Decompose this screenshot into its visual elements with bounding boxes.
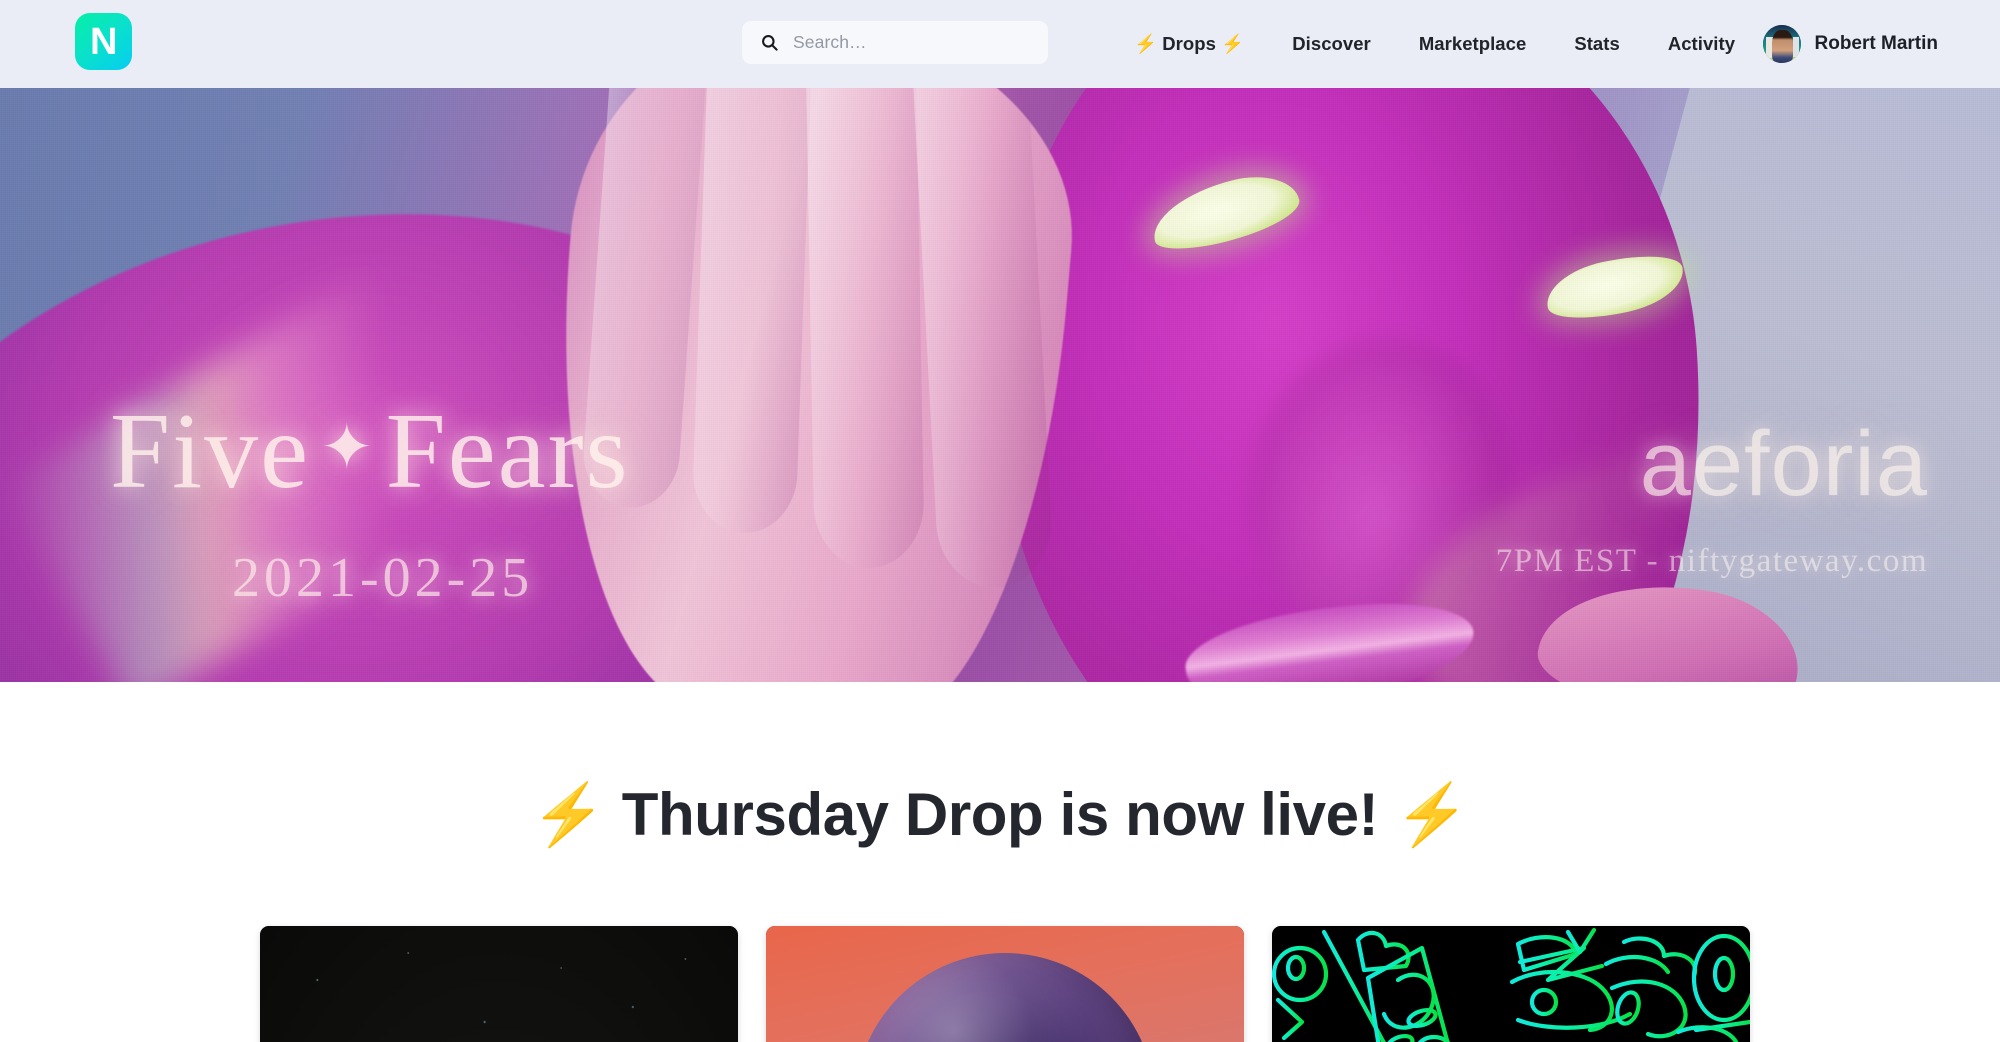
hero-title-word1: Five: [110, 392, 311, 511]
main-navigation: ⚡ Drops ⚡ Discover Marketplace Stats Act…: [1110, 0, 1759, 88]
nav-item-marketplace[interactable]: Marketplace: [1395, 33, 1551, 55]
user-menu[interactable]: Robert Martin: [1762, 0, 1939, 88]
card-1-stars: [260, 926, 738, 1042]
site-header: N Search… ⚡ Drops ⚡ Discover Marketplace…: [0, 0, 2000, 88]
hero-title-word2: Fears: [385, 392, 630, 511]
hero-artist-name: aeforia: [1639, 413, 1928, 515]
nav-item-discover[interactable]: Discover: [1268, 33, 1395, 55]
search-placeholder: Search…: [793, 32, 867, 52]
search-icon: [760, 33, 779, 52]
drop-card-row: 004 Reflection: [0, 926, 2000, 1042]
hero-date: 2021-02-25: [232, 547, 534, 609]
avatar: [1762, 25, 1801, 63]
page-title: ⚡ Thursday Drop is now live! ⚡: [531, 781, 1469, 848]
drop-card-3[interactable]: [1272, 926, 1750, 1042]
search-input[interactable]: Search…: [742, 21, 1048, 64]
card-3-neon-doodles: [1272, 927, 1750, 1042]
user-name: Robert Martin: [1814, 33, 1939, 54]
nav-item-activity[interactable]: Activity: [1644, 33, 1759, 55]
nifty-logo-icon[interactable]: N: [75, 13, 132, 70]
drop-card-2[interactable]: [766, 926, 1244, 1042]
drop-card-1[interactable]: 004 Reflection: [260, 926, 738, 1042]
hero-meta: 7PM EST - niftygateway.com: [1495, 543, 1928, 579]
logo-letter: N: [90, 20, 117, 63]
sparkle-icon: ✦: [320, 412, 376, 483]
main-content: ⚡ Thursday Drop is now live! ⚡ 004 Refle…: [0, 782, 2000, 1042]
nav-item-stats[interactable]: Stats: [1550, 33, 1644, 55]
hero-title: Five ✦Fears: [110, 398, 630, 506]
hero-banner[interactable]: Five ✦Fears 2021-02-25 aeforia 7PM EST - …: [0, 88, 2000, 682]
nav-item-drops[interactable]: ⚡ Drops ⚡: [1110, 33, 1268, 55]
